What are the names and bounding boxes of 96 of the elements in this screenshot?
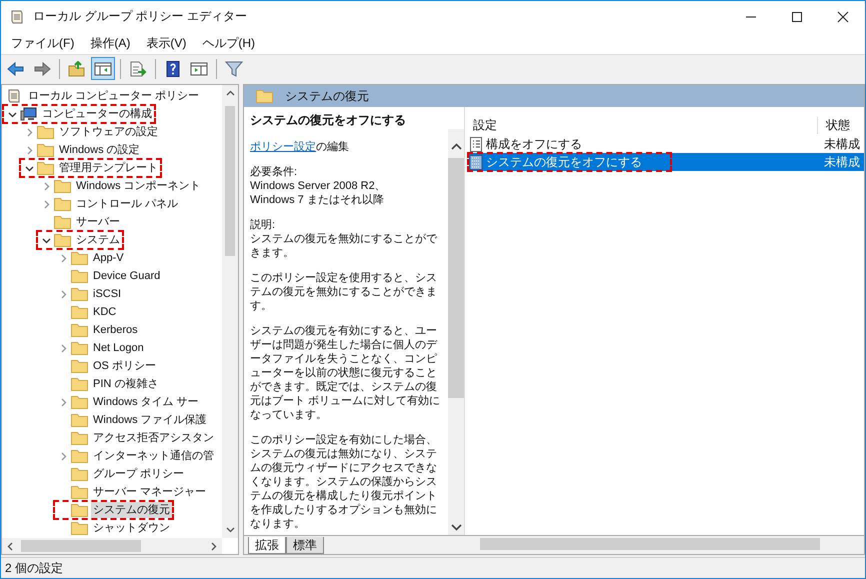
tree-item[interactable]: Windows ファイル保護 (91, 412, 209, 428)
column-header[interactable]: 状態 (817, 116, 864, 134)
setting-row[interactable]: システムの復元をオフにする 未構成 (469, 153, 864, 171)
description-text: 必要条件: (250, 165, 298, 179)
folder-icon (54, 179, 71, 193)
setting-name: 構成をオフにする (486, 136, 582, 152)
tree-item[interactable]: Windows タイム サー (91, 394, 201, 410)
setting-name: システムの復元をオフにする (486, 154, 642, 170)
folder-icon (71, 431, 88, 445)
tree-item[interactable]: Windows コンポーネント (74, 178, 203, 194)
description-text: Windows 7 またはそれ以降 (250, 193, 385, 207)
pane-toggle-icon[interactable] (91, 57, 115, 80)
tree-item[interactable]: Kerberos (91, 322, 140, 338)
tree-item[interactable]: システム (74, 232, 122, 248)
setting-row[interactable]: 構成をオフにする 未構成 (469, 135, 864, 153)
document-icon (469, 136, 483, 152)
tree-item[interactable]: システムの復元 (91, 502, 172, 518)
tree-item[interactable]: コントロール パネル (74, 196, 180, 212)
tree-item[interactable]: ソフトウェアの設定 (57, 124, 160, 140)
tree-item[interactable]: 管理用テンプレート (57, 160, 160, 176)
folder-icon (71, 305, 88, 319)
folder-icon (71, 485, 88, 499)
description-text: システムの復元を無効にすることができます。 (250, 232, 438, 260)
tree-item[interactable]: サーバー マネージャー (91, 484, 208, 500)
expand-chevron-icon[interactable] (58, 254, 68, 262)
menu-item[interactable]: ファイル(F) (5, 34, 80, 52)
setting-state: 未構成 (824, 136, 861, 152)
expand-chevron-icon[interactable] (58, 344, 68, 352)
menu-item[interactable]: ヘルプ(H) (196, 34, 261, 52)
tree-item[interactable]: Net Logon (91, 340, 146, 356)
folder-icon (71, 323, 88, 337)
tree-item[interactable]: インターネット通信の管 (91, 448, 216, 464)
folder-icon (71, 413, 88, 427)
tree-item[interactable]: Windows の設定 (57, 142, 142, 158)
folder-icon (71, 287, 88, 301)
scrollbar-thumb[interactable] (448, 158, 464, 398)
description-text: Windows Server 2008 R2、 (250, 179, 387, 193)
folder-icon (54, 215, 71, 229)
maximize-icon[interactable] (791, 10, 803, 22)
collapse-chevron-icon[interactable] (24, 164, 34, 172)
folder-icon (71, 503, 88, 517)
folder-icon (71, 377, 88, 391)
folder-icon (37, 143, 54, 157)
tree-item[interactable]: KDC (91, 304, 118, 320)
folder-icon (71, 395, 88, 409)
menu-item[interactable]: 操作(A) (84, 34, 136, 52)
folder-icon (71, 269, 88, 283)
tab[interactable]: 拡張 (248, 537, 286, 554)
scrollbar-thumb[interactable] (21, 540, 141, 552)
close-icon[interactable] (837, 10, 849, 22)
window-title: ローカル グループ ポリシー エディター (33, 8, 248, 25)
folder-icon (71, 521, 88, 535)
folder-icon (71, 251, 88, 265)
tree-item[interactable]: シャットダウン (91, 520, 172, 536)
folder-icon (37, 125, 54, 139)
collapse-chevron-icon[interactable] (8, 110, 16, 118)
collapse-chevron-icon[interactable] (42, 236, 50, 244)
tree-item[interactable]: iSCSI (91, 286, 124, 302)
policy-document-icon (469, 154, 483, 170)
description-text: システムの復元を有効にすると、ユーザーは問題が発生した場合に個人のデータファイルを失うことなく、コンピューターを以前の状態に復元することができます。既定では、システムの復元はブート ボリュームに対して有効になっています。 (250, 324, 442, 422)
expand-chevron-icon[interactable] (58, 452, 68, 460)
expand-chevron-icon[interactable] (58, 290, 68, 298)
tree-item[interactable]: サーバー (74, 214, 122, 230)
menu-item[interactable]: 表示(V) (140, 34, 192, 52)
folder-icon (71, 341, 88, 355)
tree-item[interactable]: アクセス拒否アシスタン (91, 430, 216, 446)
policy-setting-link[interactable]: ポリシー設定 (250, 141, 316, 153)
folder-icon (71, 359, 88, 373)
folder-icon (54, 233, 71, 247)
scrollbar-thumb[interactable] (480, 538, 820, 550)
tree-item[interactable]: コンピューターの構成 (40, 106, 154, 122)
folder-icon (256, 89, 273, 103)
app-scroll-icon (9, 8, 25, 24)
description-text: このポリシー設定を使用すると、システムの復元を無効にすることができます。 (250, 271, 438, 313)
edit-policy-text: ポリシー設定の編集 (250, 140, 350, 154)
tree-item[interactable]: PIN の複雑さ (91, 376, 160, 392)
status-text: 2 個の設定 (1, 557, 865, 578)
tab[interactable]: 標準 (286, 537, 324, 554)
column-header[interactable]: 設定 (465, 116, 817, 134)
policy-title: システムの復元をオフにする (249, 112, 407, 129)
description-text: 説明: (250, 218, 276, 232)
tree-item[interactable]: App-V (91, 250, 126, 266)
computer-icon (20, 107, 37, 121)
folder-icon (71, 449, 88, 463)
expand-chevron-icon[interactable] (58, 398, 68, 406)
tree-item[interactable]: ローカル コンピューター ポリシー (26, 88, 202, 104)
scrollbar-thumb[interactable] (225, 106, 235, 256)
folder-icon (37, 161, 54, 175)
description-text: このポリシー設定を有効にした場合、システムの復元は無効になり、システムの復元ウィザードにアクセスできなくなります。システムの保護からシステムの復元を構成したり復元ポイントを作成したりするオプションも無効になります。 (250, 433, 438, 531)
folder-icon (71, 467, 88, 481)
section-title: システムの復元 (285, 88, 369, 104)
tree-item[interactable]: OS ポリシー (91, 358, 158, 374)
tree-item[interactable]: Device Guard (91, 268, 162, 284)
tree-item[interactable]: グループ ポリシー (91, 466, 186, 482)
setting-state: 未構成 (824, 154, 861, 170)
folder-icon (54, 197, 71, 211)
